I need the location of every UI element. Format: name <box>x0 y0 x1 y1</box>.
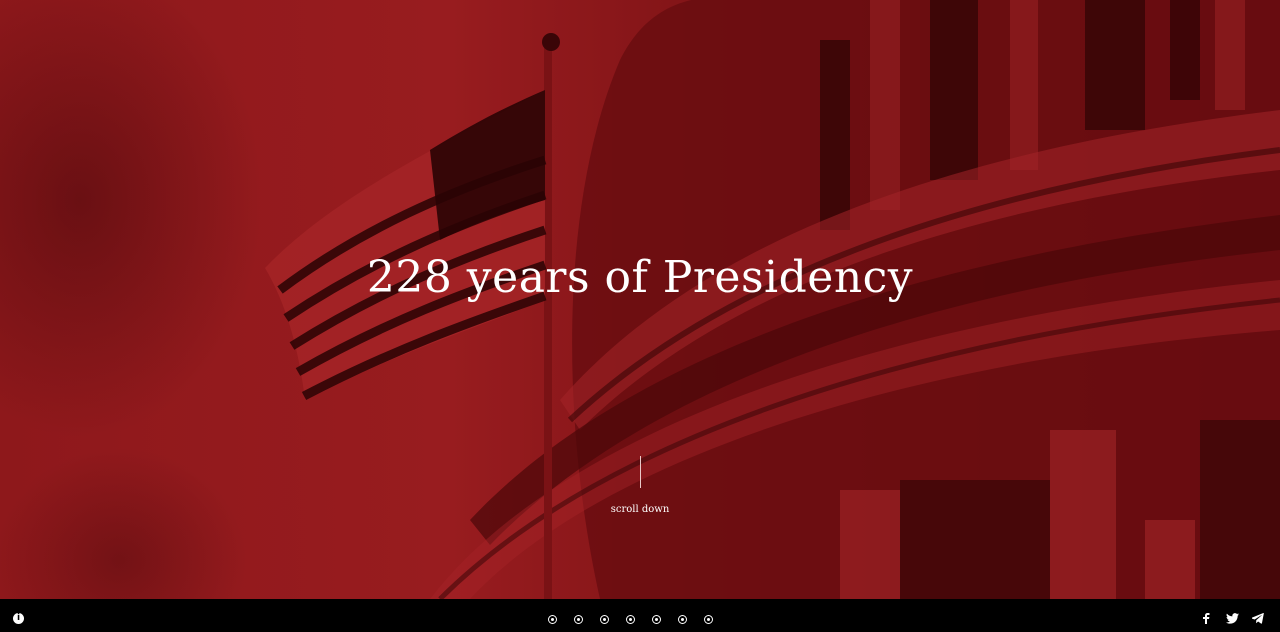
nav-dot[interactable] <box>652 615 661 624</box>
nav-dot[interactable] <box>600 615 609 624</box>
section-nav-dots <box>548 615 713 626</box>
nav-dot[interactable] <box>626 615 635 624</box>
nav-dot[interactable] <box>678 615 687 624</box>
telegram-icon[interactable] <box>1250 610 1266 626</box>
nav-dot[interactable] <box>548 615 557 624</box>
scroll-indicator-line <box>640 456 641 488</box>
page-title: 228 years of Presidency <box>366 252 914 303</box>
twitter-icon[interactable] <box>1224 610 1240 626</box>
scroll-down-link[interactable]: scroll down <box>590 504 690 515</box>
info-icon[interactable]: i <box>13 613 24 624</box>
nav-dot[interactable] <box>704 615 713 624</box>
nav-dot[interactable] <box>574 615 583 624</box>
facebook-icon[interactable] <box>1198 610 1214 626</box>
